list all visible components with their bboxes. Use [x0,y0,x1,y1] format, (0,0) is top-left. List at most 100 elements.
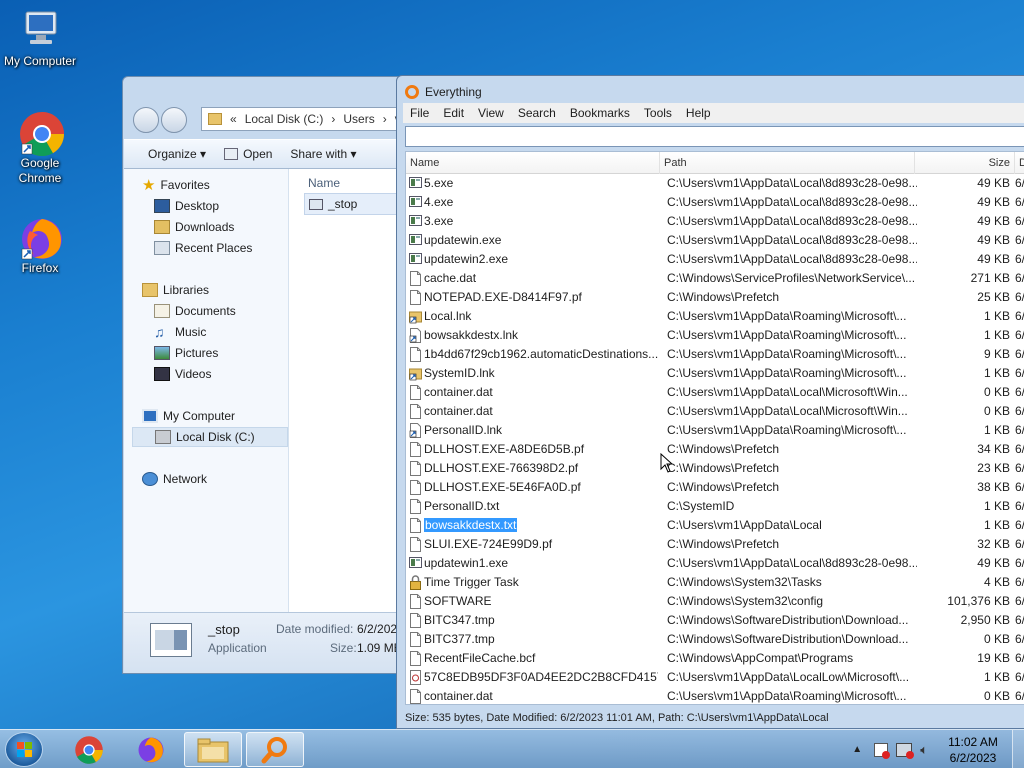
nav-videos[interactable]: Videos [154,364,211,384]
chevron-right-icon[interactable]: › [331,112,335,126]
forward-button[interactable] [161,107,187,133]
result-date: 6/ [1015,651,1024,665]
result-row[interactable]: SOFTWARE C:\Windows\System32\config 101,37… [406,592,1024,611]
result-row[interactable]: SystemID.lnk C:\Users\vm1\AppData\Roaming… [406,364,1024,383]
menu-edit[interactable]: Edit [436,106,471,120]
result-date: 6/ [1015,195,1024,209]
organize-button[interactable]: Organize ▾ [148,147,206,161]
search-input[interactable] [405,126,1024,147]
pictures-icon [154,346,170,360]
result-row[interactable]: NOTEPAD.EXE-D8414F97.pf C:\Windows\Prefet… [406,288,1024,307]
clock[interactable]: 11:02 AM 6/2/2023 [934,734,1012,766]
column-header-path[interactable]: Path [660,152,915,174]
nav-libraries[interactable]: Libraries [142,280,209,300]
result-date: 6/ [1015,290,1024,304]
file-icon [409,347,422,362]
nav-pictures[interactable]: Pictures [154,343,218,363]
column-header-name[interactable]: Name [406,152,660,174]
result-row[interactable]: updatewin2.exe C:\Users\vm1\AppData\Local… [406,250,1024,269]
result-row[interactable]: DLLHOST.EXE-766398D2.pf C:\Windows\Prefet… [406,459,1024,478]
result-row[interactable]: 4.exe C:\Users\vm1\AppData\Local\8d893c28… [406,193,1024,212]
result-row[interactable]: RecentFileCache.bcf C:\Windows\AppCompat\… [406,649,1024,668]
result-row[interactable]: updatewin.exe C:\Users\vm1\AppData\Local\… [406,231,1024,250]
result-row[interactable]: 57C8EDB95DF3F0AD4EE2DC2B8CFD4157 C:\Users… [406,668,1024,687]
breadcrumb-users[interactable]: Users [343,112,374,126]
result-row[interactable]: container.dat C:\Users\vm1\AppData\Local\… [406,383,1024,402]
explorer-window[interactable]: « Local Disk (C:) › Users › v Organize ▾… [122,76,414,674]
address-bar[interactable]: « Local Disk (C:) › Users › v [201,107,411,131]
menu-view[interactable]: View [471,106,511,120]
result-row[interactable]: PersonalID.txt C:\SystemID 1 KB 6/ [406,497,1024,516]
chevron-right-icon[interactable]: › [383,112,387,126]
desktop-icon-firefox[interactable]: Firefox [0,215,80,276]
file-icon [409,480,422,495]
system-tray: ▲ 🔈︎ 11:02 AM 6/2/2023 [852,730,1024,768]
nav-downloads[interactable]: Downloads [154,217,234,237]
desktop-icon-my-computer[interactable]: My Computer [0,8,80,69]
start-button[interactable] [5,732,43,767]
show-hidden-icons-button[interactable]: ▲ [852,744,862,755]
result-row[interactable]: 5.exe C:\Users\vm1\AppData\Local\8d893c28… [406,174,1024,193]
result-row[interactable]: DLLHOST.EXE-A8DE6D5B.pf C:\Windows\Prefet… [406,440,1024,459]
result-row[interactable]: PersonalID.lnk C:\Users\vm1\AppData\Roami… [406,421,1024,440]
nav-network[interactable]: Network [142,469,207,489]
nav-local-disk[interactable]: Local Disk (C:) [132,427,288,447]
result-row[interactable]: container.dat C:\Users\vm1\AppData\Local\… [406,402,1024,421]
menu-help[interactable]: Help [679,106,718,120]
taskbar-explorer[interactable] [184,732,242,767]
nav-desktop[interactable]: Desktop [154,196,219,216]
share-with-button[interactable]: Share with ▾ [290,147,356,161]
show-desktop-button[interactable] [1012,730,1024,768]
column-header-name[interactable]: Name [308,176,340,190]
nav-documents[interactable]: Documents [154,301,236,321]
result-path: C:\Users\vm1\AppData\Roaming\Microsoft\.… [667,309,907,323]
column-header-date[interactable]: D [1015,152,1024,174]
action-center-icon[interactable] [874,742,891,759]
result-row[interactable]: Time Trigger Task C:\Windows\System32\Tas… [406,573,1024,592]
result-name: 3.exe [424,214,454,228]
result-path: C:\Users\vm1\AppData\Roaming\Microsoft\.… [667,689,907,703]
result-size: 4 KB [983,575,1010,589]
result-name: NOTEPAD.EXE-D8414F97.pf [424,290,582,304]
nav-recent-places[interactable]: Recent Places [154,238,252,258]
result-name: bowsakkdestx.lnk [424,328,519,342]
result-row[interactable]: DLLHOST.EXE-5E46FA0D.pf C:\Windows\Prefet… [406,478,1024,497]
menu-tools[interactable]: Tools [637,106,679,120]
network-icon[interactable] [896,742,915,759]
result-row[interactable]: SLUI.EXE-724E99D9.pf C:\Windows\Prefetch 3… [406,535,1024,554]
result-size: 0 KB [983,689,1010,703]
back-button[interactable] [133,107,159,133]
menu-search[interactable]: Search [511,106,563,120]
nav-music[interactable]: ♫ Music [154,322,206,342]
column-header-size[interactable]: Size [915,152,1015,174]
nav-my-computer[interactable]: My Computer [142,406,235,426]
nav-favorites[interactable]: ★ Favorites [142,175,210,195]
taskbar-chrome[interactable] [60,732,118,767]
menu-bookmarks[interactable]: Bookmarks [563,106,637,120]
result-row[interactable]: bowsakkdestx.txt C:\Users\vm1\AppData\Loc… [406,516,1024,535]
result-path: C:\Users\vm1\AppData\Local\8d893c28-0e98… [667,176,917,190]
result-row[interactable]: cache.dat C:\Windows\ServiceProfiles\Netw… [406,269,1024,288]
taskbar-firefox[interactable] [122,732,180,767]
breadcrumb-overflow-icon[interactable]: « [230,112,237,126]
application-icon [409,233,422,248]
volume-muted-icon[interactable]: 🔈︎ [920,742,928,758]
menu-file[interactable]: File [403,106,436,120]
result-row[interactable]: 3.exe C:\Users\vm1\AppData\Local\8d893c28… [406,212,1024,231]
window-title: Everything [425,85,482,99]
result-row[interactable]: BITC347.tmp C:\Windows\SoftwareDistributi… [406,611,1024,630]
breadcrumb-local-disk[interactable]: Local Disk (C:) [245,112,324,126]
file-icon [409,594,422,609]
desktop-icon-google-chrome[interactable]: Google Chrome [0,110,80,186]
title-bar[interactable]: Everything [405,82,482,102]
file-icon [409,461,422,476]
result-row[interactable]: 1b4dd67f29cb1962.automaticDestinations..… [406,345,1024,364]
result-row[interactable]: bowsakkdestx.lnk C:\Users\vm1\AppData\Roa… [406,326,1024,345]
result-row[interactable]: container.dat C:\Users\vm1\AppData\Roamin… [406,687,1024,704]
result-row[interactable]: BITC377.tmp C:\Windows\SoftwareDistributi… [406,630,1024,649]
taskbar-everything[interactable] [246,732,304,767]
result-row[interactable]: Local.lnk C:\Users\vm1\AppData\Roaming\Mi… [406,307,1024,326]
open-button[interactable]: Open [224,147,272,161]
everything-window[interactable]: Everything File Edit View Search Bookmar… [396,75,1024,729]
result-row[interactable]: updatewin1.exe C:\Users\vm1\AppData\Local… [406,554,1024,573]
